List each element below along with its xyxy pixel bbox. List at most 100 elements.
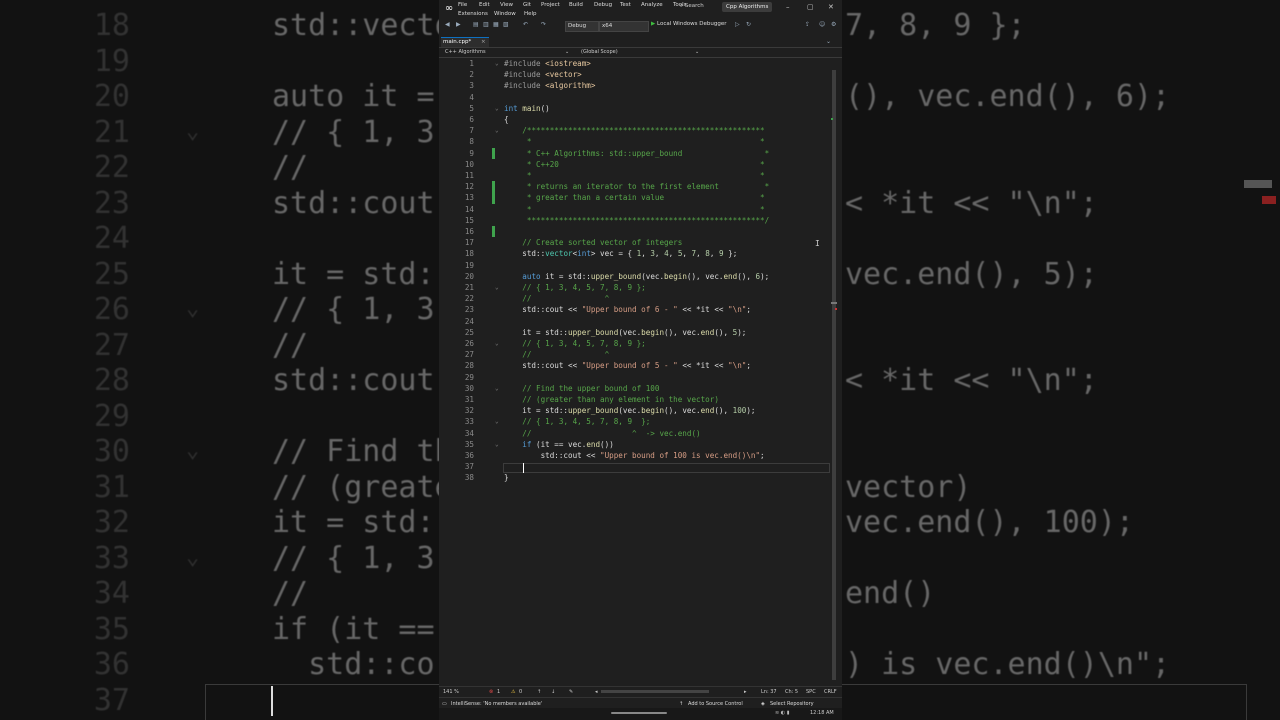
code-line[interactable]: 8 * * <box>443 136 830 147</box>
menu-test[interactable]: Test <box>620 2 631 8</box>
code-line[interactable]: 2 #include <vector> <box>443 69 830 80</box>
menu-edit[interactable]: Edit <box>479 2 490 8</box>
code-line[interactable]: 26 ⌄ // { 1, 3, 4, 5, 7, 8, 9 }; <box>443 338 830 349</box>
code-line[interactable]: 31 // (greater than any element in the v… <box>443 394 830 405</box>
code-line[interactable]: 33 ⌄ // { 1, 3, 4, 5, 7, 8, 9 }; <box>443 416 830 427</box>
code-line[interactable]: 9 * C++ Algorithms: std::upper_bound * <box>443 147 830 159</box>
code-line[interactable]: 11 * * <box>443 170 830 181</box>
redo-icon[interactable]: ↷ <box>541 21 546 28</box>
line-number-indicator[interactable]: Ln: 37 <box>761 688 777 696</box>
code-line[interactable]: 4 <box>443 92 830 103</box>
open-file-icon[interactable]: ▥ <box>483 21 489 28</box>
code-line[interactable]: 34 // ^ -> vec.end() <box>443 428 830 439</box>
hot-reload-icon[interactable]: ↻ <box>746 21 751 28</box>
menu-debug[interactable]: Debug <box>594 2 612 8</box>
code-line[interactable]: 21 ⌄ // { 1, 3, 4, 5, 7, 8, 9 }; <box>443 282 830 293</box>
char-indicator[interactable]: Ch: 5 <box>785 688 798 696</box>
save-icon[interactable]: ▦ <box>493 21 499 28</box>
back-icon[interactable]: ◀ <box>445 21 450 28</box>
menu-project[interactable]: Project <box>541 2 560 8</box>
vertical-scrollbar[interactable] <box>830 58 838 685</box>
line-ending-indicator[interactable]: CRLF <box>824 688 837 696</box>
fold-chevron-down-icon[interactable]: ⌄ <box>495 125 499 136</box>
scroll-right-icon[interactable]: ▸ <box>744 688 747 696</box>
live-share-icon[interactable]: ⇪ <box>805 21 810 28</box>
platform-dropdown[interactable]: x64 <box>599 21 649 32</box>
feedback-icon[interactable]: ☺ <box>819 21 825 28</box>
close-icon[interactable]: ✕ <box>828 3 834 11</box>
tab-main-cpp[interactable]: main.cpp* × <box>441 37 489 47</box>
start-without-debugging-icon[interactable]: ▷ <box>735 21 740 28</box>
code-line[interactable]: 38} <box>443 472 830 483</box>
code-line[interactable]: 35 ⌄ if (it == vec.end()) <box>443 439 830 450</box>
code-line[interactable]: 7 ⌄ /************************************… <box>443 125 830 136</box>
menu-build[interactable]: Build <box>569 2 583 8</box>
arrow-down-icon[interactable]: ↓ <box>551 688 555 696</box>
search-box[interactable]: ⌕ Search <box>680 3 704 10</box>
code-line[interactable]: 25 it = std::upper_bound(vec.begin(), ve… <box>443 327 830 338</box>
new-file-icon[interactable]: ▤ <box>473 21 479 28</box>
fold-chevron-down-icon[interactable]: ⌄ <box>495 58 499 69</box>
menu-file[interactable]: File <box>458 2 467 8</box>
tab-close-icon[interactable]: × <box>481 38 486 47</box>
minimize-icon[interactable]: – <box>786 3 790 11</box>
code-line[interactable]: 37 <box>443 461 830 472</box>
code-line[interactable]: 27 // ^ <box>443 349 830 360</box>
fold-chevron-down-icon[interactable]: ⌄ <box>495 439 499 450</box>
code-line[interactable]: 22 // ^ <box>443 293 830 304</box>
spacing-indicator[interactable]: SPC <box>806 688 816 696</box>
add-to-source-control[interactable]: Add to Source Control <box>688 700 743 708</box>
scroll-left-icon[interactable]: ◂ <box>595 688 598 696</box>
code-line[interactable]: 36 std::cout << "Upper bound of 100 is v… <box>443 450 830 461</box>
horizontal-scrollbar[interactable] <box>601 690 709 693</box>
menu-analyze[interactable]: Analyze <box>641 2 663 8</box>
maximize-icon[interactable]: ▢ <box>807 3 814 11</box>
code-line[interactable]: 32 it = std::upper_bound(vec.begin(), ve… <box>443 405 830 416</box>
menu-window[interactable]: Window <box>494 11 516 17</box>
code-line[interactable]: 20 auto it = std::upper_bound(vec.begin(… <box>443 271 830 282</box>
warning-icon[interactable]: ⚠ <box>511 688 515 696</box>
scrollbar-thumb[interactable] <box>832 70 836 680</box>
forward-icon[interactable]: ▶ <box>456 21 461 28</box>
fold-chevron-down-icon[interactable]: ⌄ <box>495 282 499 293</box>
code-line[interactable]: 19 <box>443 260 830 271</box>
code-line[interactable]: 23 std::cout << "Upper bound of 6 - " <<… <box>443 304 830 315</box>
code-line[interactable]: 29 <box>443 372 830 383</box>
solution-name-badge[interactable]: Cpp Algorithms <box>722 2 773 12</box>
brush-icon[interactable]: ✎ <box>569 688 573 696</box>
code-line[interactable]: 24 <box>443 316 830 327</box>
save-all-icon[interactable]: ▧ <box>503 21 509 28</box>
settings-icon[interactable]: ⚙ <box>831 21 836 28</box>
fold-chevron-down-icon[interactable]: ⌄ <box>495 338 499 349</box>
code-line[interactable]: 6{ <box>443 114 830 125</box>
code-line[interactable]: 5 ⌄ int main() <box>443 103 830 114</box>
undo-icon[interactable]: ↶ <box>523 21 528 28</box>
code-line[interactable]: 10 * C++20 * <box>443 159 830 170</box>
menu-extensions[interactable]: Extensions <box>458 11 488 17</box>
project-dropdown[interactable]: C++ Algorithms ⌄ <box>445 49 573 56</box>
fold-chevron-down-icon[interactable]: ⌄ <box>495 103 499 114</box>
code-line[interactable]: 30 ⌄ // Find the upper bound of 100 <box>443 383 830 394</box>
code-line[interactable]: 14 * * <box>443 204 830 215</box>
start-debugging-button[interactable]: ▶ Local Windows Debugger <box>651 21 727 27</box>
scope-dropdown[interactable]: (Global Scope) ⌄ <box>581 49 701 56</box>
code-line[interactable]: 12 * returns an iterator to the first el… <box>443 181 830 193</box>
code-line[interactable]: 1 ⌄ #include <iostream> <box>443 58 830 69</box>
configuration-dropdown[interactable]: Debug <box>565 21 599 32</box>
error-icon[interactable]: ⊗ <box>489 688 493 696</box>
code-line[interactable]: 3 #include <algorithm> <box>443 80 830 91</box>
code-line[interactable]: 28 std::cout << "Upper bound of 5 - " <<… <box>443 360 830 371</box>
fold-chevron-down-icon[interactable]: ⌄ <box>495 416 499 427</box>
menu-view[interactable]: View <box>500 2 513 8</box>
select-repository[interactable]: Select Repository <box>770 700 814 708</box>
arrow-up-icon[interactable]: ↑ <box>537 688 541 696</box>
code-line[interactable]: 18 std::vector<int> vec = { 1, 3, 4, 5, … <box>443 248 830 259</box>
menu-git[interactable]: Git <box>523 2 531 8</box>
code-editor[interactable]: 1 ⌄ #include <iostream> 2 #include <vector> 3… <box>443 58 830 685</box>
tab-list-chevron-down-icon[interactable]: ⌄ <box>826 38 831 45</box>
menu-help[interactable]: Help <box>524 11 537 17</box>
code-line[interactable]: 16 <box>443 226 830 238</box>
zoom-level[interactable]: 141 % <box>443 688 459 696</box>
fold-chevron-down-icon[interactable]: ⌄ <box>495 383 499 394</box>
code-line[interactable]: 15 *************************************… <box>443 215 830 226</box>
